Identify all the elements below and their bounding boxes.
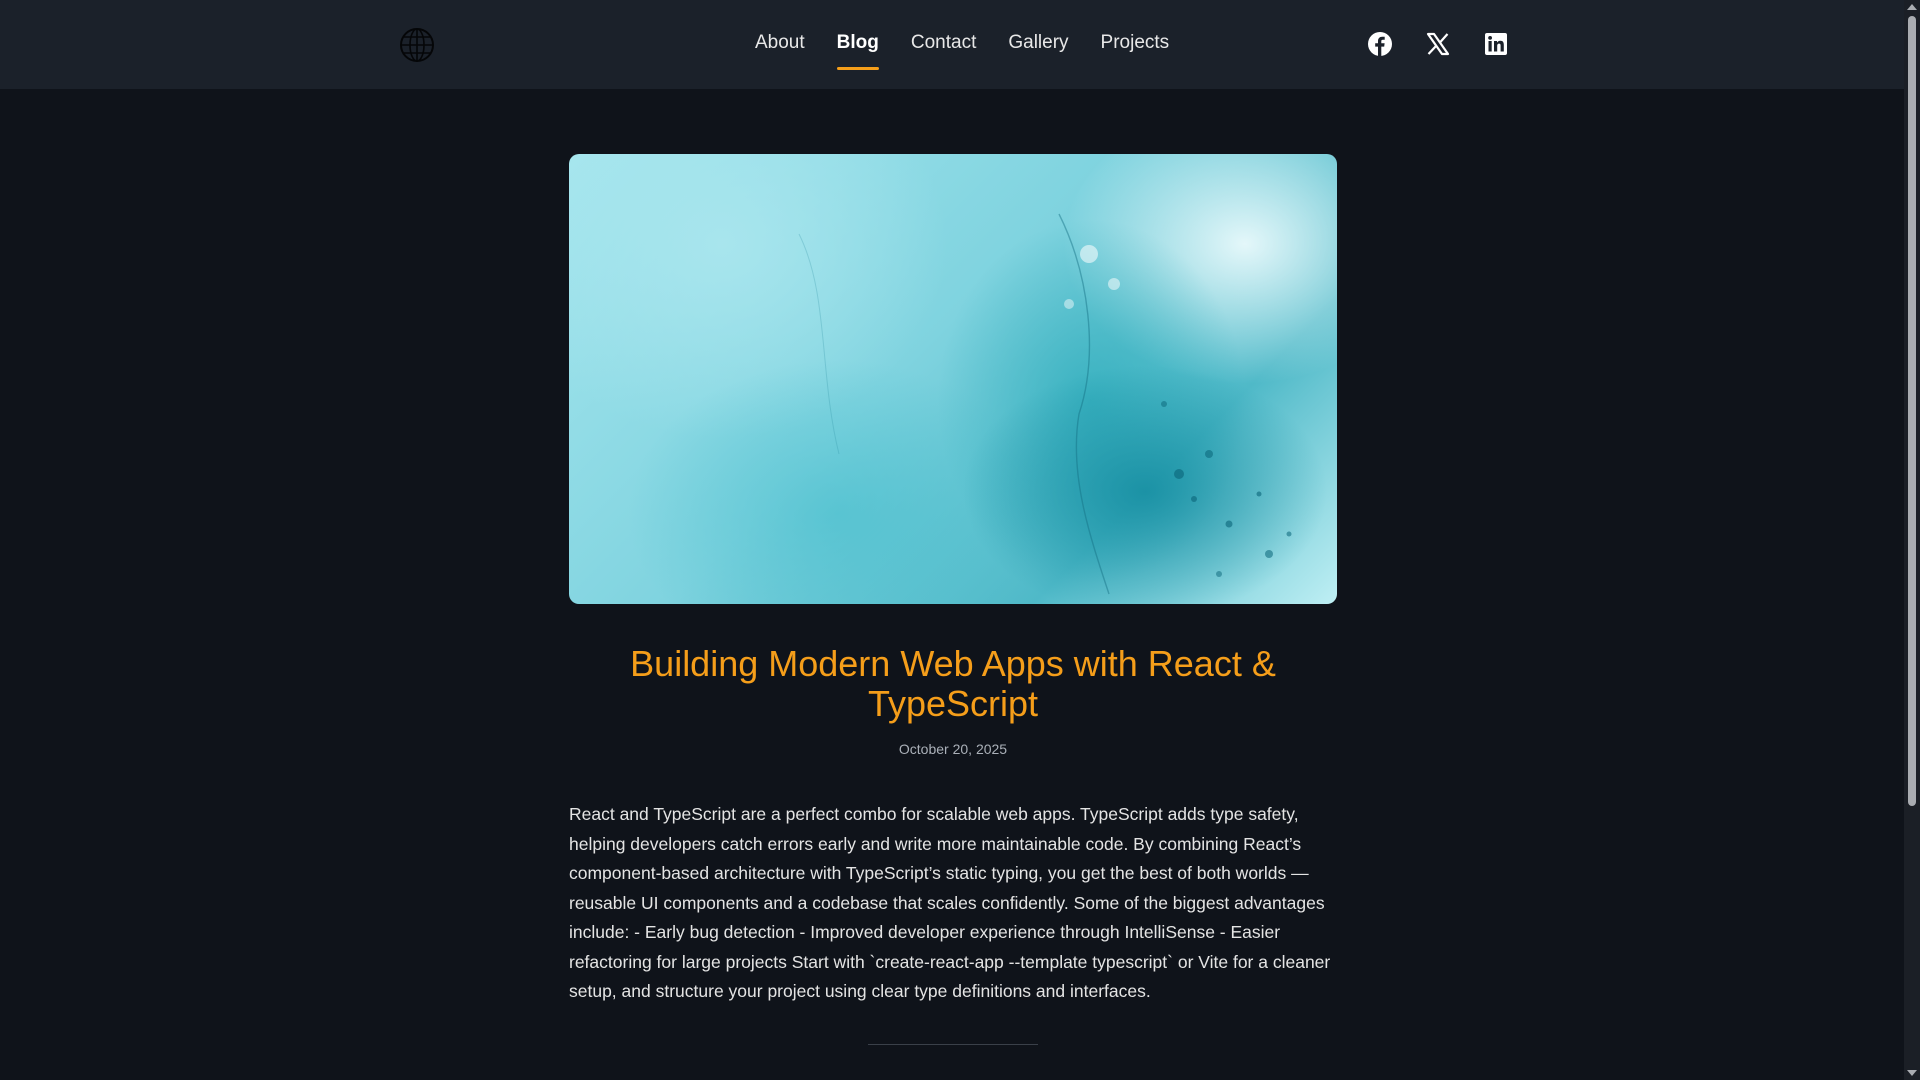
globe-icon[interactable] [399, 27, 435, 63]
nav-item-blog[interactable]: Blog [836, 30, 880, 70]
nav-item-contact[interactable]: Contact [911, 30, 976, 64]
post-date: October 20, 2025 [898, 741, 1008, 757]
post-hero-image [569, 154, 1337, 604]
x-icon[interactable] [1425, 31, 1451, 57]
post-title: Building Modern Web Apps with React & Ty… [630, 643, 1276, 724]
nav-item-projects[interactable]: Projects [1101, 30, 1170, 64]
scroll-up-arrow-icon[interactable] [1907, 4, 1917, 10]
facebook-icon[interactable] [1367, 31, 1393, 57]
divider [868, 1044, 1038, 1045]
linkedin-icon[interactable] [1483, 31, 1509, 57]
top-navigation-bar: About Blog Contact Gallery Projects [0, 0, 1904, 89]
nav-item-about[interactable]: About [755, 30, 805, 64]
social-links [1367, 31, 1509, 57]
post-body: React and TypeScript are a perfect combo… [569, 804, 1331, 1001]
watercolor-texture [798, 213, 1292, 595]
scrollbar-thumb[interactable] [1908, 16, 1916, 806]
scroll-down-arrow-icon[interactable] [1907, 1070, 1917, 1076]
nav-item-gallery[interactable]: Gallery [1008, 30, 1068, 64]
main-nav: About Blog Contact Gallery Projects [755, 30, 1201, 70]
page-scrollbar[interactable] [1904, 0, 1920, 1080]
